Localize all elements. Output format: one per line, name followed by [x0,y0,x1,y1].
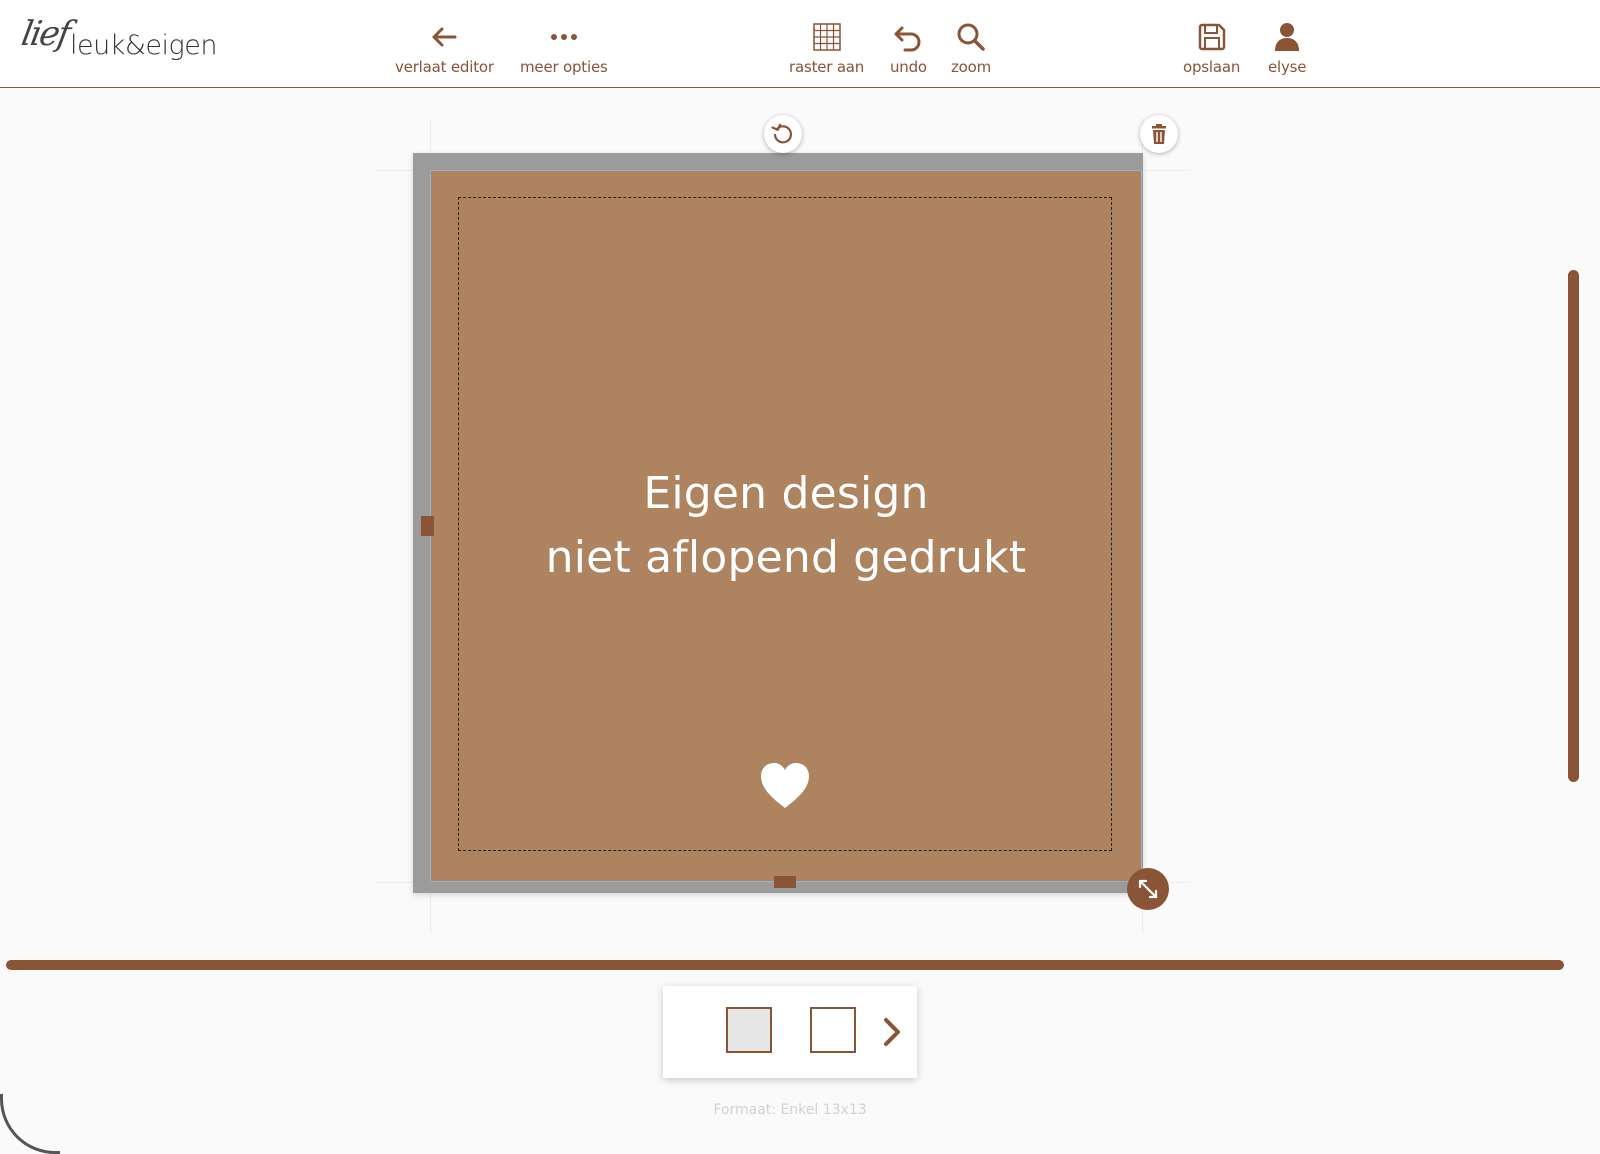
design-text-line-2: niet aflopend gedrukt [545,532,1027,583]
chevron-right-icon[interactable] [881,1015,903,1049]
delete-button[interactable] [1140,115,1178,153]
exit-editor-label: verlaat editor [395,58,494,76]
undo-button[interactable]: undo [890,20,927,76]
grid-toggle-label: raster aan [789,58,865,76]
logo[interactable]: lief leuk&eigen [18,10,218,78]
bottom-resize-handle[interactable] [774,876,796,888]
zoom-label: zoom [951,58,992,76]
exit-editor-button[interactable]: verlaat editor [395,20,494,76]
design-text-block[interactable]: Eigen design niet aflopend gedrukt [430,462,1142,590]
rotate-button[interactable] [764,115,802,153]
zoom-button[interactable]: zoom [951,20,991,76]
floppy-icon [1198,23,1225,51]
grid-toggle-button[interactable]: raster aan [789,20,864,76]
user-label: elyse [1268,58,1307,76]
user-icon [1275,23,1300,51]
vertical-scrollbar[interactable] [1568,270,1579,782]
page-selector-panel [663,986,917,1078]
search-icon [957,23,985,51]
more-options-label: meer opties [520,58,608,76]
trash-icon [1152,124,1166,144]
page-thumbnail-2[interactable] [810,1007,856,1053]
logo-text: leuk&eigen [70,30,217,61]
horizontal-scrollbar[interactable] [6,960,1564,970]
save-button[interactable]: opslaan [1183,20,1240,76]
heart-icon[interactable] [757,760,813,810]
left-resize-handle[interactable] [421,516,434,536]
undo-label: undo [890,58,927,76]
rotate-icon [771,123,793,144]
window-corner [0,1094,60,1154]
arrow-left-icon [432,27,457,47]
grid-icon [812,23,841,51]
design-text-line-1: Eigen design [643,468,929,519]
format-label: Formaat: Enkel 13x13 [713,1102,867,1118]
logo-script: lief [18,14,72,54]
dots-icon [550,34,577,40]
user-menu-button[interactable]: elyse [1268,20,1307,76]
resize-icon [1138,879,1158,899]
undo-icon [894,26,921,52]
more-options-button[interactable]: meer opties [520,20,608,76]
save-label: opslaan [1183,58,1241,76]
resize-button[interactable] [1127,868,1169,910]
page-thumbnail-1[interactable] [726,1007,772,1053]
top-toolbar: lief leuk&eigen verlaat editor meer opti… [0,0,1600,88]
